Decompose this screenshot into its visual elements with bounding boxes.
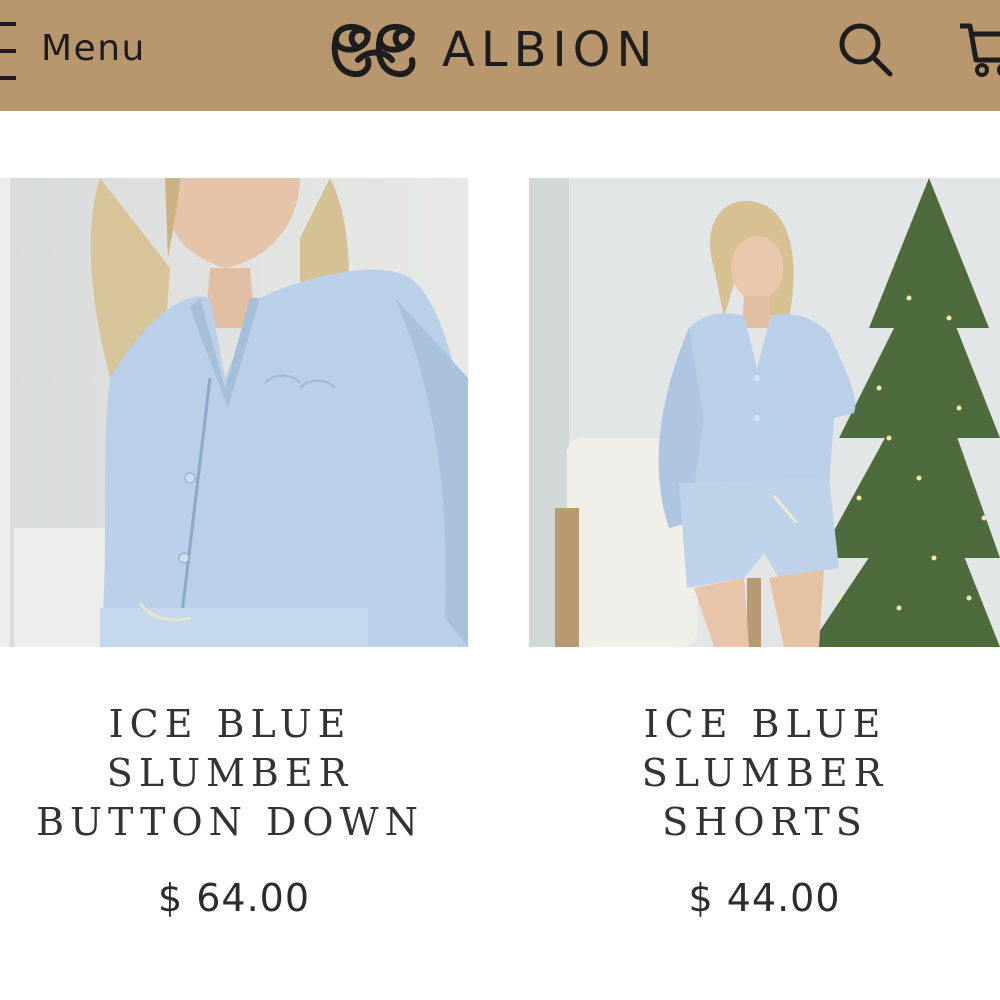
product-title-line[interactable]: SLUMBER — [10, 749, 450, 798]
product-photo — [0, 178, 468, 647]
product-title-line[interactable]: ICE BLUE — [540, 700, 990, 749]
search-button[interactable] — [836, 20, 896, 80]
cart-button[interactable] — [958, 20, 1000, 80]
site-header: Menu AE ALBION — [0, 0, 1000, 111]
product-title-line[interactable]: BUTTON DOWN — [10, 798, 450, 847]
product-image-shorts[interactable] — [529, 178, 1000, 647]
product-title[interactable]: ICE BLUE SLUMBER BUTTON DOWN — [10, 700, 450, 847]
product-price: $ 44.00 — [688, 876, 841, 920]
product-title-line[interactable]: SLUMBER — [540, 749, 990, 798]
product-photo — [529, 178, 1000, 647]
product-title-line[interactable]: ICE BLUE — [10, 700, 450, 749]
brand-name: ALBION — [442, 22, 659, 78]
cart-icon[interactable] — [958, 20, 1000, 80]
product-price: $ 64.00 — [157, 876, 311, 920]
search-icon[interactable] — [836, 20, 896, 80]
product-title[interactable]: ICE BLUE SLUMBER SHORTS — [540, 700, 990, 847]
brand-monogram-icon: AE — [331, 24, 416, 78]
product-title-line[interactable]: SHORTS — [540, 798, 990, 847]
menu-label[interactable]: Menu — [41, 28, 146, 69]
product-image-button-down[interactable] — [0, 178, 468, 647]
hamburger-icon[interactable] — [0, 22, 16, 82]
brand-logo[interactable]: AE ALBION — [328, 20, 658, 80]
